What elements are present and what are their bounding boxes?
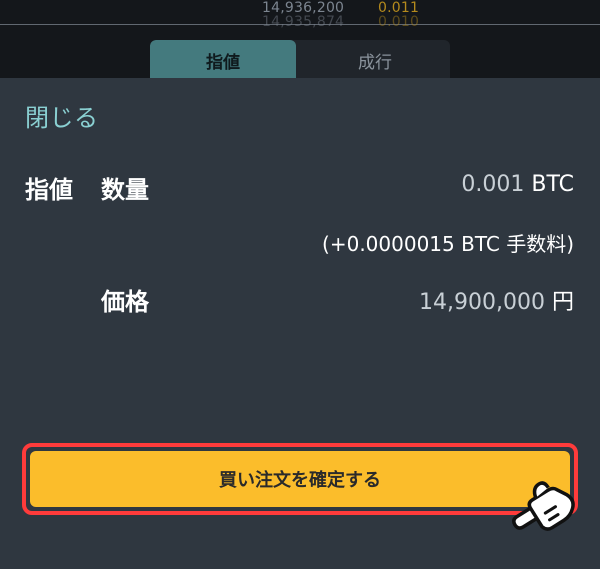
price-amount: 14,900,000 xyxy=(419,290,545,315)
orderbook-price: 14,935,874 xyxy=(262,14,345,30)
quantity-value: 0.001 BTC xyxy=(461,172,574,197)
price-value: 14,900,000 円 xyxy=(419,284,574,316)
close-button[interactable]: 閉じる xyxy=(25,98,99,133)
order-type-tabs: 指値 成行 xyxy=(150,40,450,80)
quantity-amount: 0.001 xyxy=(461,172,525,197)
quantity-unit: BTC xyxy=(531,172,574,197)
tab-market-order[interactable]: 成行 xyxy=(300,40,450,80)
orderbook-amount: 0.010 xyxy=(378,14,420,30)
quantity-label: 数量 xyxy=(101,176,149,204)
price-unit: 円 xyxy=(551,290,574,315)
confirm-buy-order-button[interactable]: 買い注文を確定する xyxy=(30,451,570,507)
order-type-label: 指値 xyxy=(25,176,73,204)
pointing-hand-icon xyxy=(512,481,575,531)
fee-note: (+0.0000015 BTC 手数料) xyxy=(322,232,574,256)
price-label: 価格 xyxy=(101,288,149,316)
tab-limit-order[interactable]: 指値 xyxy=(150,40,296,80)
